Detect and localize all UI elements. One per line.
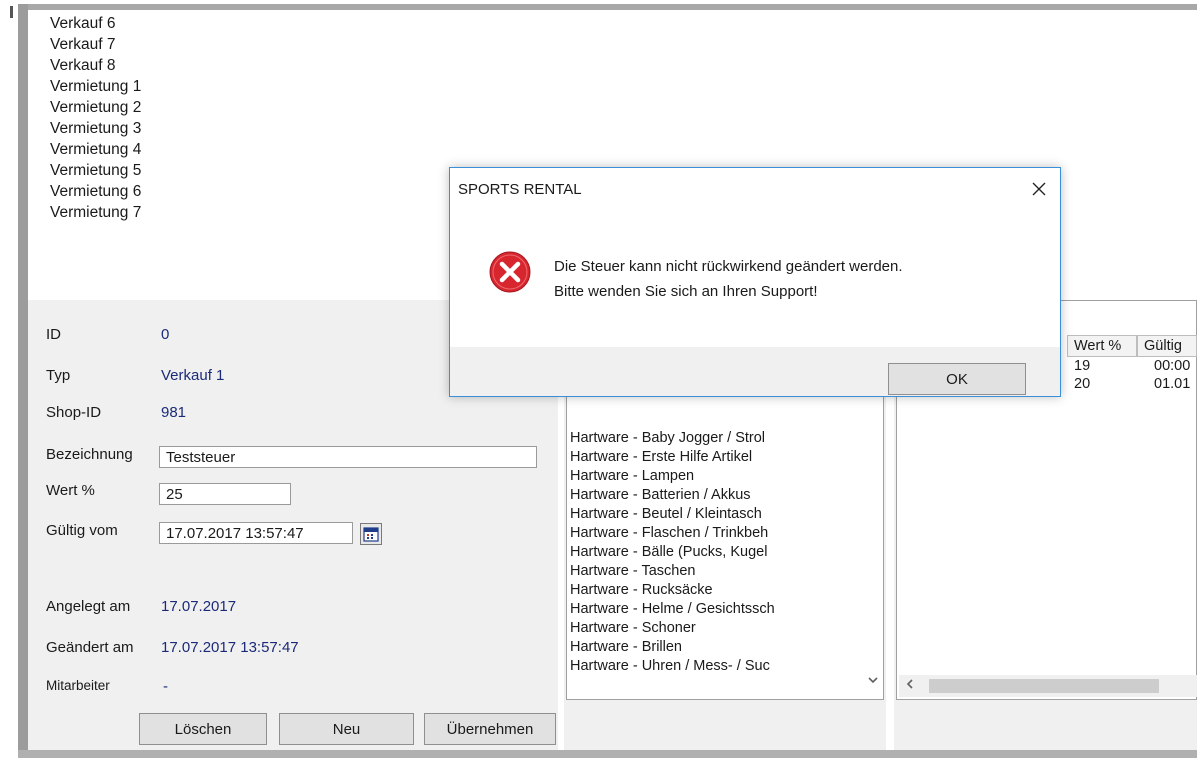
- list-item[interactable]: Hartware - Beutel / Kleintasch: [570, 505, 762, 523]
- grid-header-gueltig[interactable]: Gültig: [1137, 335, 1197, 357]
- list-item[interactable]: Hartware - Uhren / Mess- / Suc: [570, 657, 770, 675]
- wert-input[interactable]: [159, 483, 291, 505]
- grid-cell-gueltig[interactable]: 01.01: [1154, 376, 1190, 392]
- neu-button[interactable]: Neu: [279, 713, 414, 745]
- horizontal-scrollbar[interactable]: [899, 675, 1197, 697]
- bezeichnung-input[interactable]: [159, 446, 537, 468]
- shop-id-label: Shop-ID: [46, 404, 102, 421]
- geaendert-label: Geändert am: [46, 639, 134, 656]
- list-item[interactable]: Verkauf 7: [50, 35, 116, 55]
- list-item[interactable]: Vermietung 1: [50, 77, 141, 97]
- list-item[interactable]: Hartware - Erste Hilfe Artikel: [570, 448, 752, 466]
- close-button[interactable]: [1026, 176, 1052, 202]
- list-item[interactable]: Hartware - Rucksäcke: [570, 581, 713, 599]
- dialog-message-line2: Bitte wenden Sie sich an Ihren Support!: [554, 283, 818, 300]
- window-left-border: [18, 4, 28, 758]
- list-item[interactable]: Hartware - Bälle (Pucks, Kugel: [570, 543, 767, 561]
- calendar-icon: [363, 527, 379, 542]
- window-bottom-border: [18, 750, 1197, 758]
- angelegt-value: 17.07.2017: [161, 598, 237, 615]
- angelegt-label: Angelegt am: [46, 598, 131, 615]
- mitarbeiter-value: -: [163, 678, 168, 695]
- list-item[interactable]: Verkauf 6: [50, 14, 116, 34]
- dialog-footer: OK: [450, 347, 1060, 396]
- dialog-message-line1: Die Steuer kann nicht rückwirkend geände…: [554, 258, 903, 275]
- list-item[interactable]: Hartware - Brillen: [570, 638, 682, 656]
- list-item[interactable]: Verkauf 8: [50, 56, 116, 76]
- shop-id-value: 981: [161, 404, 187, 421]
- scroll-down-button[interactable]: [865, 675, 881, 695]
- list-item[interactable]: Hartware - Batterien / Akkus: [570, 486, 751, 504]
- grid-header-wert[interactable]: Wert %: [1067, 335, 1137, 357]
- window-left-tick: [10, 6, 13, 18]
- list-item[interactable]: Vermietung 6: [50, 182, 141, 202]
- list-item[interactable]: Hartware - Lampen: [570, 467, 694, 485]
- close-icon: [1032, 182, 1046, 196]
- list-item[interactable]: Hartware - Helme / Gesichtssch: [570, 600, 775, 618]
- id-value: 0: [161, 326, 170, 343]
- loeschen-button[interactable]: Löschen: [139, 713, 267, 745]
- list-item[interactable]: Vermietung 7: [50, 203, 141, 223]
- uebernehmen-button[interactable]: Übernehmen: [424, 713, 556, 745]
- scrollbar-thumb[interactable]: [929, 679, 1159, 693]
- dialog-title: SPORTS RENTAL: [458, 181, 582, 198]
- list-item[interactable]: Hartware - Baby Jogger / Strol: [570, 429, 765, 447]
- app-window: Verkauf 6 Verkauf 7 Verkauf 8 Vermietung…: [0, 0, 1197, 758]
- scroll-left-button[interactable]: [905, 677, 915, 693]
- chevron-left-icon: [906, 679, 913, 689]
- gueltig-input[interactable]: [159, 522, 353, 544]
- grid-cell-gueltig[interactable]: 00:00: [1154, 358, 1190, 374]
- geaendert-value: 17.07.2017 13:57:47: [161, 639, 299, 656]
- list-item[interactable]: Vermietung 5: [50, 161, 141, 181]
- id-label: ID: [46, 326, 61, 343]
- calendar-button[interactable]: [360, 523, 382, 545]
- wert-label: Wert %: [46, 482, 95, 499]
- grid-cell-wert[interactable]: 19: [1074, 358, 1090, 374]
- list-item[interactable]: Hartware - Schoner: [570, 619, 696, 637]
- list-item[interactable]: Hartware - Flaschen / Trinkbeh: [570, 524, 768, 542]
- chevron-down-icon: [868, 677, 878, 684]
- list-item[interactable]: Hartware - Taschen: [570, 562, 695, 580]
- ok-button[interactable]: OK: [888, 363, 1026, 395]
- typ-value: Verkauf 1: [161, 367, 225, 384]
- gueltig-label: Gültig vom: [46, 522, 118, 539]
- list-item[interactable]: Vermietung 4: [50, 140, 141, 160]
- error-icon: [489, 251, 531, 293]
- typ-label: Typ: [46, 367, 71, 384]
- list-item[interactable]: Vermietung 3: [50, 119, 141, 139]
- error-dialog: SPORTS RENTAL Die Steuer kann nicht rück…: [449, 167, 1061, 397]
- grid-cell-wert[interactable]: 20: [1074, 376, 1090, 392]
- window-top-border: [18, 4, 1197, 10]
- mitarbeiter-label: Mitarbeiter: [46, 678, 110, 693]
- bezeichnung-label: Bezeichnung: [46, 446, 133, 463]
- list-item[interactable]: Vermietung 2: [50, 98, 141, 118]
